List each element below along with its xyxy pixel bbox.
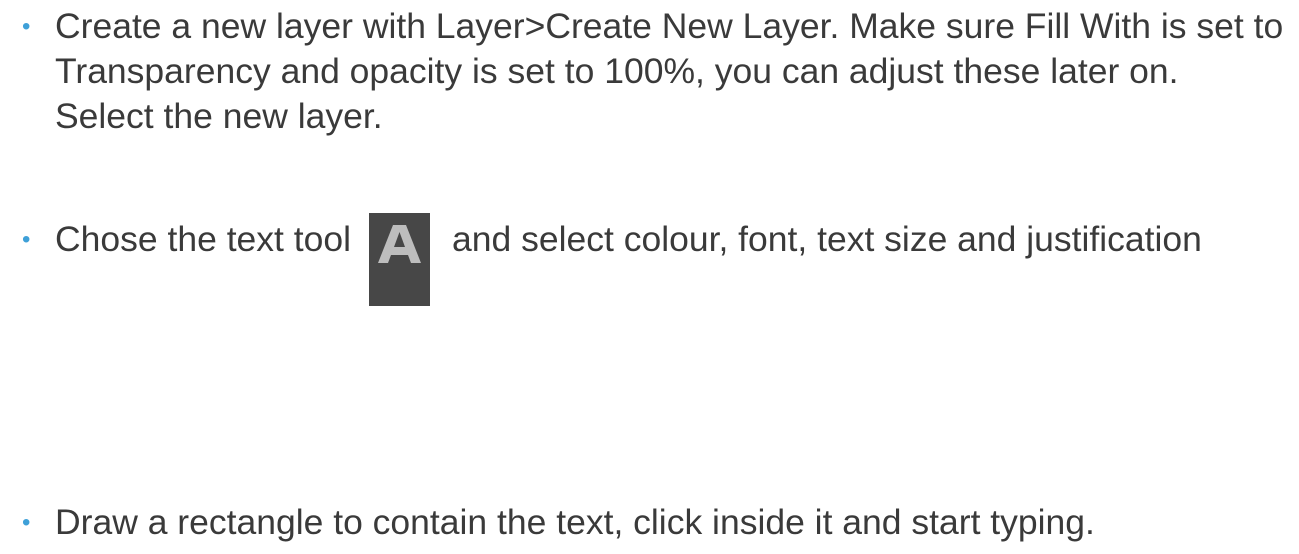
slide: • Create a new layer with Layer>Create N… [0,0,1299,554]
bullet-item-text-tool: • Chose the text tool and select colour,… [22,213,1287,306]
bullet-text-after-icon: and select colour, font, text size and j… [452,219,1202,259]
bullet-text-before-icon: Chose the text tool [55,219,352,259]
bullet-dot: • [22,13,31,40]
bullet-dot: • [22,226,31,253]
text-tool-icon [369,213,431,306]
bullet-item-draw-rectangle: • Draw a rectangle to contain the text, … [22,500,1287,545]
bullet-dot: • [22,509,31,536]
bullet-text: Create a new layer with Layer>Create New… [55,6,1284,136]
bullet-item-create-layer: • Create a new layer with Layer>Create N… [22,4,1287,139]
bullet-text: Chose the text tool and select colour, f… [22,213,1287,306]
bullet-text: Draw a rectangle to contain the text, cl… [55,502,1095,542]
